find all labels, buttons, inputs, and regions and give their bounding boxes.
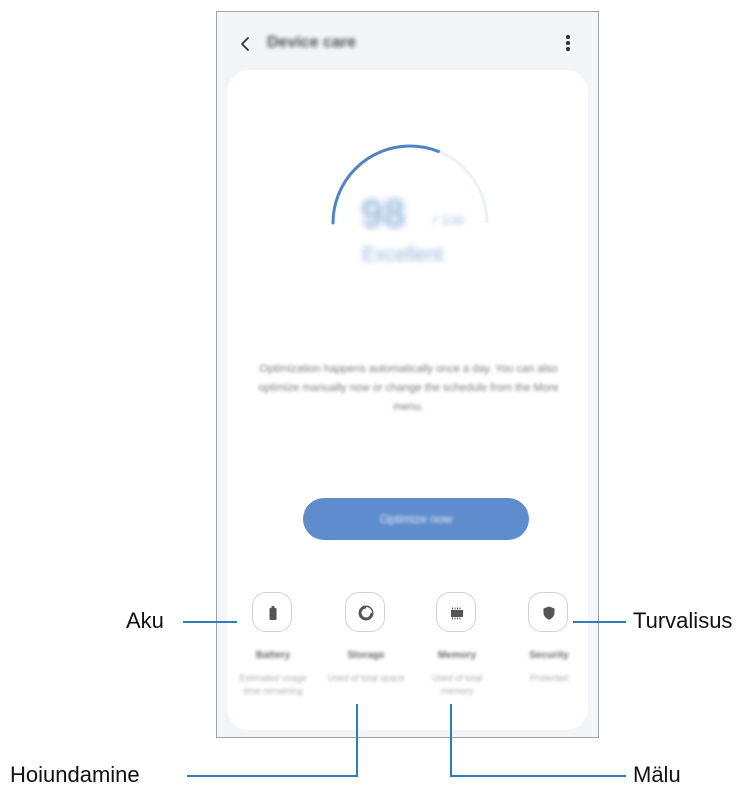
app-bar: Device care <box>217 12 598 72</box>
back-arrow-icon[interactable] <box>237 35 255 53</box>
more-options-icon[interactable] <box>564 35 572 53</box>
category-storage-sub: Used of total space <box>327 673 405 683</box>
category-storage[interactable]: Storage Used of total space <box>326 592 406 702</box>
device-care-card: 98 / 100 Excellent Optimization happens … <box>227 70 588 730</box>
category-memory-label: Memory <box>437 650 477 661</box>
phone-screen: Device care 98 / 100 Excellent Optimizat… <box>216 11 599 738</box>
optimize-now-label: Optimize now <box>379 512 453 526</box>
category-memory[interactable]: Memory Used of total memory <box>417 592 497 702</box>
category-security[interactable]: Security Protected <box>509 592 589 702</box>
category-battery-sub: Estimated usage time remaining <box>239 673 307 696</box>
page-title: Device care <box>267 34 356 51</box>
score-unit: / 100 <box>433 212 465 228</box>
score-value: 98 <box>361 192 406 236</box>
status-text: Excellent <box>362 244 444 266</box>
callout-hoiundamine: Hoiundamine <box>10 762 140 787</box>
optimize-now-button[interactable]: Optimize now <box>303 498 529 540</box>
category-security-sub: Protected <box>529 673 569 683</box>
callout-turvalisus: Turvalisus <box>633 608 733 633</box>
battery-icon[interactable] <box>252 592 292 632</box>
manual-illustration: Device care 98 / 100 Excellent Optimizat… <box>0 0 755 796</box>
callout-aku: Aku <box>126 608 164 633</box>
category-security-label: Security <box>529 650 569 661</box>
category-battery-label: Battery <box>255 650 291 661</box>
category-battery[interactable]: Battery Estimated usage time remaining <box>233 592 313 702</box>
memory-icon[interactable] <box>436 592 476 632</box>
category-storage-label: Storage <box>347 650 385 661</box>
callout-malu: Mälu <box>633 762 681 787</box>
shield-icon[interactable] <box>528 592 568 632</box>
optimization-info-text: Optimization happens automatically once … <box>258 363 559 413</box>
score-gauge <box>331 144 489 225</box>
storage-icon[interactable] <box>345 592 385 632</box>
category-memory-sub: Used of total memory <box>431 673 483 696</box>
